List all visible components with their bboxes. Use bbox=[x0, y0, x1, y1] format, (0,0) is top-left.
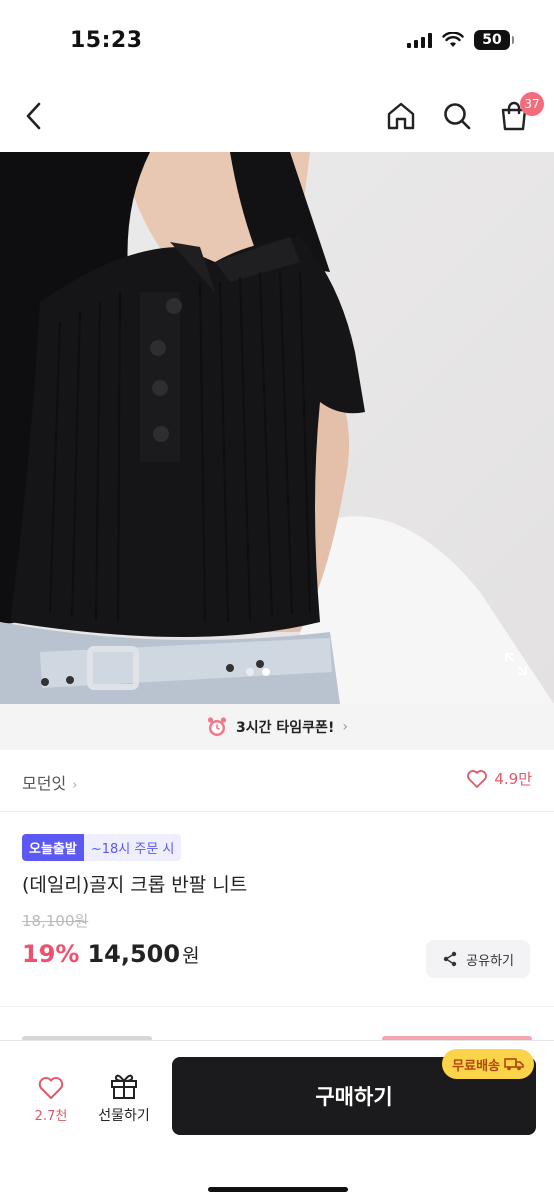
cellular-signal-icon bbox=[407, 32, 432, 48]
cart-count-badge: 37 bbox=[520, 92, 544, 116]
brand-like-button[interactable]: 4.9만 bbox=[466, 768, 532, 789]
status-bar: 15:23 50 bbox=[0, 0, 554, 80]
nav-bar: 37 bbox=[0, 80, 554, 152]
home-icon bbox=[387, 102, 415, 130]
product-image-carousel[interactable] bbox=[0, 152, 554, 704]
home-button[interactable] bbox=[381, 96, 421, 136]
back-button[interactable] bbox=[14, 96, 54, 136]
battery-indicator: 50 bbox=[474, 30, 514, 50]
status-icons: 50 bbox=[407, 30, 514, 50]
product-photo bbox=[0, 152, 554, 704]
free-shipping-badge: 무료배송 bbox=[442, 1049, 534, 1079]
bottom-action-bar: 2.7천 선물하기 구매하기 무료배송 bbox=[0, 1040, 554, 1200]
carousel-indicator bbox=[246, 668, 270, 676]
brand-link[interactable]: 모던잇 › bbox=[22, 770, 77, 794]
brand-name: 모던잇 bbox=[22, 774, 67, 793]
share-button[interactable]: 공유하기 bbox=[426, 940, 530, 978]
search-icon bbox=[444, 103, 471, 130]
expand-icon bbox=[505, 653, 527, 675]
free-shipping-label: 무료배송 bbox=[452, 1058, 500, 1074]
discount-rate: 19% bbox=[22, 940, 80, 968]
heart-icon bbox=[38, 1077, 64, 1099]
time-coupon-banner[interactable]: 3시간 타임쿠폰! › bbox=[0, 704, 554, 750]
product-like-button[interactable]: 2.7천 bbox=[26, 1075, 76, 1124]
brand-row: 모던잇 › 4.9만 bbox=[0, 750, 554, 812]
status-time: 15:23 bbox=[70, 28, 143, 53]
price-unit: 원 bbox=[182, 945, 200, 967]
expand-image-button[interactable] bbox=[502, 650, 530, 678]
chevron-right-icon: › bbox=[342, 719, 348, 735]
today-ship-badge: 오늘출발 bbox=[22, 834, 84, 861]
product-title: (데일리)골지 크롭 반팔 니트 bbox=[22, 874, 248, 896]
share-icon bbox=[443, 951, 457, 967]
alarm-clock-icon bbox=[207, 717, 227, 736]
heart-icon bbox=[467, 769, 488, 788]
chevron-left-icon bbox=[26, 102, 41, 130]
truck-icon bbox=[504, 1058, 524, 1071]
gift-button[interactable]: 선물하기 bbox=[92, 1071, 156, 1125]
delivery-badges: 오늘출발 ~18시 주문 시 bbox=[22, 834, 182, 861]
cutoff-time-badge: ~18시 주문 시 bbox=[83, 834, 182, 861]
carousel-dot-active bbox=[262, 668, 270, 676]
chevron-right-icon: › bbox=[72, 778, 78, 793]
product-like-count: 2.7천 bbox=[34, 1109, 68, 1124]
gift-icon bbox=[111, 1074, 137, 1099]
home-indicator bbox=[208, 1187, 348, 1192]
brand-like-count: 4.9만 bbox=[494, 770, 532, 788]
carousel-dot bbox=[246, 668, 254, 676]
original-price: 18,100원 bbox=[22, 912, 89, 930]
share-label: 공유하기 bbox=[466, 953, 514, 969]
price-row: 19% 14,500 원 bbox=[22, 940, 200, 968]
search-button[interactable] bbox=[437, 96, 477, 136]
section-divider bbox=[0, 1006, 554, 1007]
sale-price: 14,500 bbox=[87, 940, 181, 968]
coupon-text: 3시간 타임쿠폰! bbox=[236, 720, 335, 736]
gift-label: 선물하기 bbox=[98, 1108, 150, 1124]
wifi-icon bbox=[442, 32, 464, 47]
cart-button[interactable]: 37 bbox=[494, 92, 544, 136]
